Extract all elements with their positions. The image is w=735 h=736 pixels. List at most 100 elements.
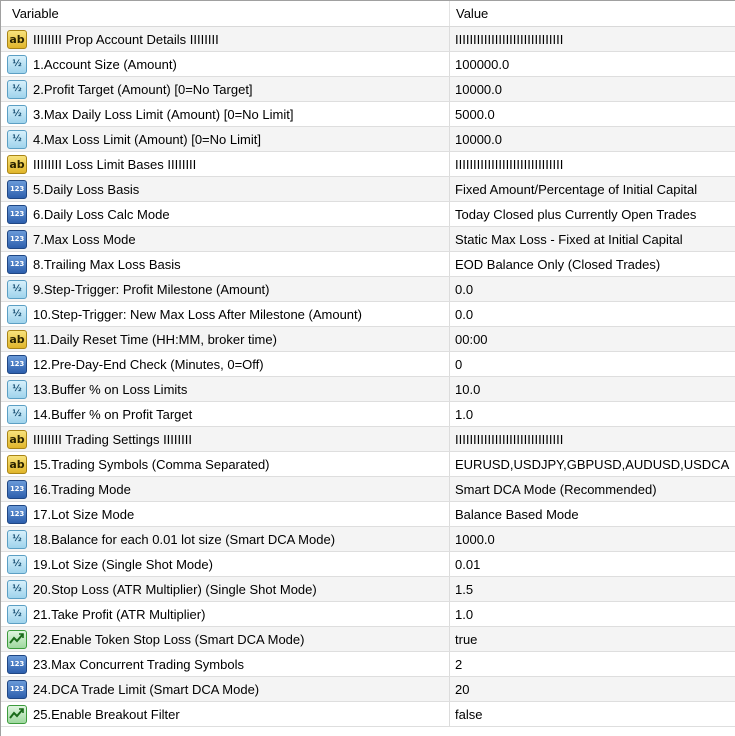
value-cell[interactable]: Static Max Loss - Fixed at Initial Capit… xyxy=(450,227,735,251)
variable-cell[interactable]: 123 5.Daily Loss Basis xyxy=(1,177,450,201)
parameter-row[interactable]: ab IIIIIIII Prop Account Details IIIIIIII… xyxy=(1,27,735,52)
value-cell[interactable]: EURUSD,USDJPY,GBPUSD,AUDUSD,USDCA xyxy=(450,452,735,476)
variable-name: 23.Max Concurrent Trading Symbols xyxy=(33,656,244,672)
variable-name: 2.Profit Target (Amount) [0=No Target] xyxy=(33,81,253,97)
variable-cell[interactable]: ab 11.Daily Reset Time (HH:MM, broker tim… xyxy=(1,327,450,351)
parameter-row[interactable]: 123 24.DCA Trade Limit (Smart DCA Mode) 20 xyxy=(1,677,735,702)
parameter-row[interactable]: ½ 21.Take Profit (ATR Multiplier) 1.0 xyxy=(1,602,735,627)
value-cell[interactable]: true xyxy=(450,627,735,651)
parameter-row[interactable]: 123 17.Lot Size Mode Balance Based Mode xyxy=(1,502,735,527)
variable-name: 4.Max Loss Limit (Amount) [0=No Limit] xyxy=(33,131,261,147)
parameter-row[interactable]: 123 7.Max Loss Mode Static Max Loss - Fixe… xyxy=(1,227,735,252)
variable-cell[interactable]: ½ 3.Max Daily Loss Limit (Amount) [0=No L… xyxy=(1,102,450,126)
value-cell[interactable]: 5000.0 xyxy=(450,102,735,126)
variable-cell[interactable]: 123 24.DCA Trade Limit (Smart DCA Mode) xyxy=(1,677,450,701)
variable-cell[interactable]: 123 6.Daily Loss Calc Mode xyxy=(1,202,450,226)
value-cell[interactable]: Fixed Amount/Percentage of Initial Capit… xyxy=(450,177,735,201)
variable-name: 7.Max Loss Mode xyxy=(33,231,136,247)
variable-cell[interactable]: ½ 18.Balance for each 0.01 lot size (Smar… xyxy=(1,527,450,551)
value-cell[interactable]: 10000.0 xyxy=(450,77,735,101)
variable-cell[interactable]: 123 8.Trailing Max Loss Basis xyxy=(1,252,450,276)
value-cell[interactable]: Today Closed plus Currently Open Trades xyxy=(450,202,735,226)
value-cell[interactable]: IIIIIIIIIIIIIIIIIIIIIIIIIIIIII xyxy=(450,27,735,51)
value-cell[interactable]: 0.01 xyxy=(450,552,735,576)
parameter-row[interactable]: ½ 20.Stop Loss (ATR Multiplier) (Single S… xyxy=(1,577,735,602)
value-cell[interactable]: 2 xyxy=(450,652,735,676)
value-cell[interactable]: 100000.0 xyxy=(450,52,735,76)
variable-cell[interactable]: ab IIIIIIII Prop Account Details IIIIIIII xyxy=(1,27,450,51)
variable-cell[interactable]: ½ 1.Account Size (Amount) xyxy=(1,52,450,76)
value-cell[interactable]: Balance Based Mode xyxy=(450,502,735,526)
parameter-row[interactable]: ab IIIIIIII Loss Limit Bases IIIIIIII IIII… xyxy=(1,152,735,177)
variable-cell[interactable]: 123 12.Pre-Day-End Check (Minutes, 0=Off) xyxy=(1,352,450,376)
double-type-icon: ½ xyxy=(7,129,27,149)
double-type-icon: ½ xyxy=(7,379,27,399)
value-cell[interactable]: false xyxy=(450,702,735,726)
variable-name: 3.Max Daily Loss Limit (Amount) [0=No Li… xyxy=(33,106,294,122)
parameter-row[interactable]: ½ 3.Max Daily Loss Limit (Amount) [0=No L… xyxy=(1,102,735,127)
parameter-row[interactable]: ½ 1.Account Size (Amount) 100000.0 xyxy=(1,52,735,77)
parameter-row[interactable]: ½ 4.Max Loss Limit (Amount) [0=No Limit] 1… xyxy=(1,127,735,152)
parameter-row[interactable]: ½ 10.Step-Trigger: New Max Loss After Mil… xyxy=(1,302,735,327)
variable-cell[interactable]: ½ 10.Step-Trigger: New Max Loss After Mil… xyxy=(1,302,450,326)
parameter-row[interactable]: 25.Enable Breakout Filter false xyxy=(1,702,735,727)
value-cell[interactable]: 10000.0 xyxy=(450,127,735,151)
parameter-row[interactable]: ½ 13.Buffer % on Loss Limits 10.0 xyxy=(1,377,735,402)
parameter-row[interactable]: ½ 2.Profit Target (Amount) [0=No Target] 1… xyxy=(1,77,735,102)
variable-cell[interactable]: ½ 4.Max Loss Limit (Amount) [0=No Limit] xyxy=(1,127,450,151)
value-cell[interactable]: 00:00 xyxy=(450,327,735,351)
value-cell[interactable]: 10.0 xyxy=(450,377,735,401)
variable-column-header[interactable]: Variable xyxy=(1,1,450,26)
parameter-row[interactable]: 22.Enable Token Stop Loss (Smart DCA Mod… xyxy=(1,627,735,652)
value-cell[interactable]: 1.0 xyxy=(450,602,735,626)
value-cell[interactable]: 0.0 xyxy=(450,302,735,326)
parameter-row[interactable]: ½ 19.Lot Size (Single Shot Mode) 0.01 xyxy=(1,552,735,577)
variable-cell[interactable]: ½ 21.Take Profit (ATR Multiplier) xyxy=(1,602,450,626)
variable-cell[interactable]: ½ 14.Buffer % on Profit Target xyxy=(1,402,450,426)
parameter-row[interactable]: 123 12.Pre-Day-End Check (Minutes, 0=Off)… xyxy=(1,352,735,377)
variable-name: 21.Take Profit (ATR Multiplier) xyxy=(33,606,206,622)
parameter-row[interactable]: ½ 9.Step-Trigger: Profit Milestone (Amoun… xyxy=(1,277,735,302)
variable-cell[interactable]: 123 17.Lot Size Mode xyxy=(1,502,450,526)
double-type-icon: ½ xyxy=(7,79,27,99)
parameter-row[interactable]: ½ 18.Balance for each 0.01 lot size (Smar… xyxy=(1,527,735,552)
value-cell[interactable]: 1.5 xyxy=(450,577,735,601)
variable-cell[interactable]: ½ 13.Buffer % on Loss Limits xyxy=(1,377,450,401)
variable-cell[interactable]: 123 23.Max Concurrent Trading Symbols xyxy=(1,652,450,676)
integer-type-icon: 123 xyxy=(7,229,27,249)
variable-cell[interactable]: ½ 2.Profit Target (Amount) [0=No Target] xyxy=(1,77,450,101)
value-column-header[interactable]: Value xyxy=(450,1,735,26)
variable-cell[interactable]: ½ 9.Step-Trigger: Profit Milestone (Amoun… xyxy=(1,277,450,301)
value-cell[interactable]: Smart DCA Mode (Recommended) xyxy=(450,477,735,501)
variable-name: 5.Daily Loss Basis xyxy=(33,181,140,197)
variable-cell[interactable]: ½ 20.Stop Loss (ATR Multiplier) (Single S… xyxy=(1,577,450,601)
value-cell[interactable]: 1000.0 xyxy=(450,527,735,551)
variable-cell[interactable]: 123 7.Max Loss Mode xyxy=(1,227,450,251)
variable-cell[interactable]: ab 15.Trading Symbols (Comma Separated) xyxy=(1,452,450,476)
value-cell[interactable]: 20 xyxy=(450,677,735,701)
parameter-row[interactable]: ab IIIIIIII Trading Settings IIIIIIII IIII… xyxy=(1,427,735,452)
parameter-row[interactable]: 123 23.Max Concurrent Trading Symbols 2 xyxy=(1,652,735,677)
parameter-row[interactable]: ab 15.Trading Symbols (Comma Separated) EU… xyxy=(1,452,735,477)
double-type-icon: ½ xyxy=(7,579,27,599)
variable-cell[interactable]: 123 16.Trading Mode xyxy=(1,477,450,501)
value-cell[interactable]: IIIIIIIIIIIIIIIIIIIIIIIIIIIIII xyxy=(450,427,735,451)
variable-cell[interactable]: 25.Enable Breakout Filter xyxy=(1,702,450,726)
variable-cell[interactable]: 22.Enable Token Stop Loss (Smart DCA Mod… xyxy=(1,627,450,651)
variable-cell[interactable]: ab IIIIIIII Trading Settings IIIIIIII xyxy=(1,427,450,451)
parameter-row[interactable]: 123 8.Trailing Max Loss Basis EOD Balance … xyxy=(1,252,735,277)
value-cell[interactable]: IIIIIIIIIIIIIIIIIIIIIIIIIIIIII xyxy=(450,152,735,176)
value-cell[interactable]: EOD Balance Only (Closed Trades) xyxy=(450,252,735,276)
variable-cell[interactable]: ab IIIIIIII Loss Limit Bases IIIIIIII xyxy=(1,152,450,176)
value-cell[interactable]: 1.0 xyxy=(450,402,735,426)
parameter-row[interactable]: 123 16.Trading Mode Smart DCA Mode (Recomm… xyxy=(1,477,735,502)
variable-name: 12.Pre-Day-End Check (Minutes, 0=Off) xyxy=(33,356,264,372)
parameter-row[interactable]: ½ 14.Buffer % on Profit Target 1.0 xyxy=(1,402,735,427)
value-cell[interactable]: 0.0 xyxy=(450,277,735,301)
variable-cell[interactable]: ½ 19.Lot Size (Single Shot Mode) xyxy=(1,552,450,576)
parameter-row[interactable]: ab 11.Daily Reset Time (HH:MM, broker tim… xyxy=(1,327,735,352)
string-type-icon: ab xyxy=(7,454,27,474)
parameter-row[interactable]: 123 5.Daily Loss Basis Fixed Amount/Percen… xyxy=(1,177,735,202)
value-cell[interactable]: 0 xyxy=(450,352,735,376)
parameter-row[interactable]: 123 6.Daily Loss Calc Mode Today Closed pl… xyxy=(1,202,735,227)
